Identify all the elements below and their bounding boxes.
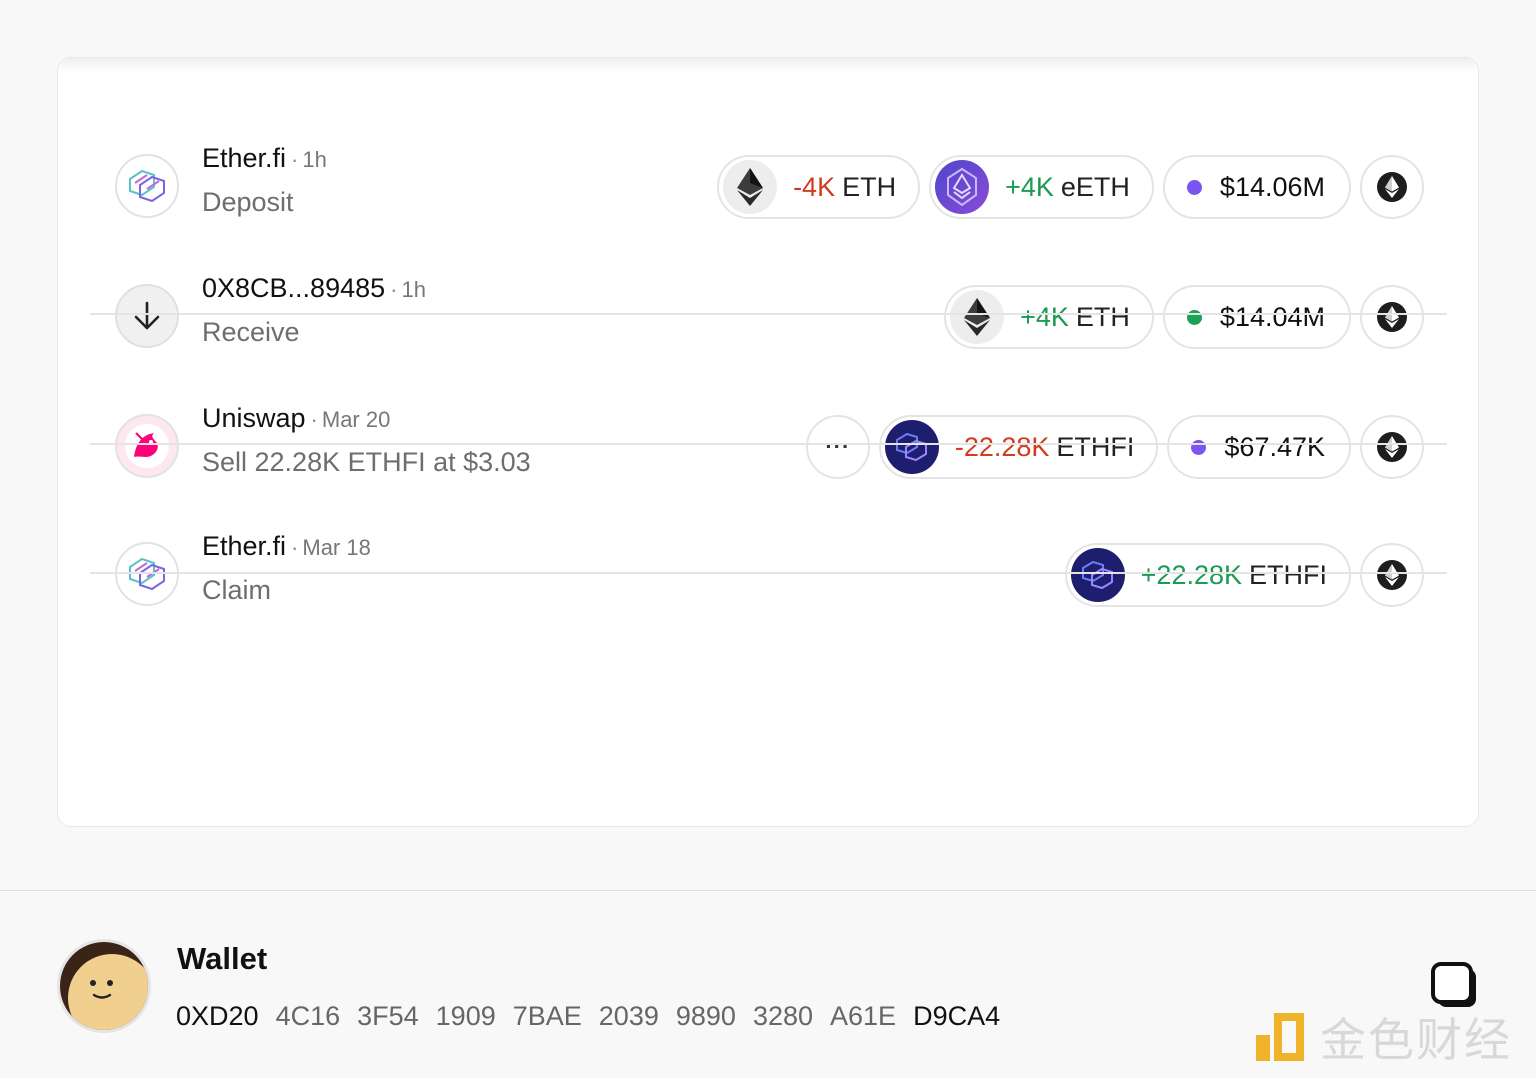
- value-dot: [1186, 309, 1202, 325]
- transaction-row[interactable]: 0X8CB...89485 · 1h Receive +4K ETH $14.04M: [58, 253, 1480, 383]
- address-group: 4C16: [275, 1001, 341, 1031]
- transaction-title: Ether.fi · Mar 18: [202, 531, 371, 561]
- ethereum-chain-icon[interactable]: [1360, 543, 1424, 607]
- wallet-avatar[interactable]: [57, 939, 151, 1033]
- value-chip[interactable]: $14.06M: [1162, 155, 1351, 219]
- ethfi-icon: [884, 420, 939, 474]
- activity-card: Ether.fi · 1h Deposit -4K ETH +4K eETH $14.06M 0X…: [57, 57, 1479, 827]
- transaction-row[interactable]: Uniswap · Mar 20 Sell 22.28K ETHFI at $3.03…: [58, 383, 1480, 513]
- transaction-title: Uniswap · Mar 20: [202, 403, 391, 433]
- row-divider: [90, 572, 1447, 574]
- wallet-title: Wallet: [177, 941, 268, 976]
- address-group: 7BAE: [512, 1001, 582, 1031]
- transaction-action: Claim: [202, 575, 272, 605]
- token-symbol: ETHFI: [1056, 431, 1135, 462]
- transaction-name[interactable]: Ether.fi: [202, 143, 286, 173]
- transaction-avatar: [115, 154, 179, 218]
- more-options-button[interactable]: ···: [805, 415, 870, 479]
- transaction-row[interactable]: Ether.fi · 1h Deposit -4K ETH +4K eETH $14.06M: [58, 123, 1480, 253]
- ethfi-icon: [1070, 548, 1125, 602]
- uniswap-logo: [125, 424, 169, 468]
- eth-icon: [950, 290, 1005, 344]
- token-chip[interactable]: +22.28K ETHFI: [1064, 543, 1351, 607]
- row-divider: [90, 313, 1447, 315]
- watermark-logo-icon: [1256, 1013, 1304, 1061]
- ethereum-chain-icon[interactable]: [1360, 415, 1424, 479]
- eth-icon: [723, 160, 778, 214]
- address-group: 3F54: [357, 1001, 419, 1031]
- ethereum-chain-icon[interactable]: [1360, 155, 1424, 219]
- address-group: 3280: [752, 1001, 814, 1031]
- transaction-name[interactable]: 0X8CB...89485: [202, 273, 385, 303]
- address-group: 2039: [598, 1001, 659, 1031]
- transaction-chips: +22.28K ETHFI: [1064, 543, 1424, 607]
- value-amount: $14.06M: [1219, 171, 1325, 202]
- token-amount: +4K: [1020, 301, 1069, 332]
- transaction-time: 1h: [302, 147, 327, 172]
- transaction-name[interactable]: Uniswap: [202, 403, 306, 433]
- token-amount: -4K: [793, 171, 836, 202]
- ethereum-chain-icon[interactable]: [1360, 285, 1424, 349]
- value-chip[interactable]: $67.47K: [1167, 415, 1351, 479]
- token-symbol: ETH: [842, 171, 897, 202]
- token-chip[interactable]: -4K ETH: [717, 155, 921, 219]
- transaction-action: Sell 22.28K ETHFI at $3.03: [202, 447, 531, 477]
- transaction-action: Receive: [202, 317, 300, 347]
- watermark-text: 金色财经: [1320, 1013, 1512, 1067]
- token-amount: -22.28K: [954, 431, 1050, 462]
- transaction-time: Mar 20: [321, 407, 391, 432]
- etherfi-logo: [129, 557, 165, 591]
- token-symbol: ETH: [1075, 301, 1130, 332]
- value-dot: [1191, 439, 1207, 455]
- eeth-icon: [935, 160, 990, 214]
- token-chip[interactable]: +4K ETH: [944, 285, 1154, 349]
- transaction-avatar: [115, 284, 179, 348]
- address-group: A61E: [830, 1001, 897, 1031]
- transaction-action: Deposit: [202, 187, 294, 217]
- transaction-avatar: [115, 414, 179, 478]
- arrow-down-icon: [134, 301, 160, 330]
- etherfi-logo: [129, 169, 165, 203]
- row-divider: [90, 443, 1447, 445]
- wallet-footer: Wallet 0XD20 4C16 3F54 1909 7BAE 2039 9890 3280…: [0, 890, 1536, 1078]
- transaction-name[interactable]: Ether.fi: [202, 531, 286, 561]
- transaction-avatar: [115, 542, 179, 606]
- wallet-address[interactable]: 0XD20 4C16 3F54 1909 7BAE 2039 9890 3280 A61E D9C…: [176, 1001, 1000, 1032]
- value-amount: $14.04M: [1219, 301, 1325, 332]
- token-amount: +22.28K: [1140, 559, 1242, 590]
- address-group: D9CA4: [913, 1001, 1001, 1031]
- transaction-time: Mar 18: [302, 535, 371, 560]
- address-group: 1909: [435, 1001, 496, 1031]
- transaction-row[interactable]: Ether.fi · Mar 18 Claim +22.28K ETHFI: [58, 511, 1480, 641]
- transaction-title: 0X8CB...89485 · 1h: [202, 273, 426, 303]
- token-symbol: ETHFI: [1249, 559, 1327, 590]
- transaction-chips: +4K ETH $14.04M: [944, 285, 1424, 349]
- watermark: 金色财经: [1252, 1009, 1512, 1067]
- value-amount: $67.47K: [1224, 431, 1325, 462]
- address-group: 0XD20: [176, 1001, 259, 1031]
- token-chip[interactable]: -22.28K ETHFI: [878, 415, 1159, 479]
- transaction-chips: -4K ETH +4K eETH $14.06M: [717, 155, 1424, 219]
- address-group: 9890: [675, 1001, 736, 1031]
- token-chip[interactable]: +4K eETH: [929, 155, 1154, 219]
- transaction-time: 1h: [401, 277, 426, 302]
- transaction-chips: ··· -22.28K ETHFI $67.47K: [805, 415, 1424, 479]
- value-dot: [1186, 179, 1202, 195]
- value-chip[interactable]: $14.04M: [1162, 285, 1351, 349]
- transaction-title: Ether.fi · 1h: [202, 143, 327, 173]
- token-amount: +4K: [1005, 171, 1054, 202]
- token-symbol: eETH: [1060, 171, 1130, 202]
